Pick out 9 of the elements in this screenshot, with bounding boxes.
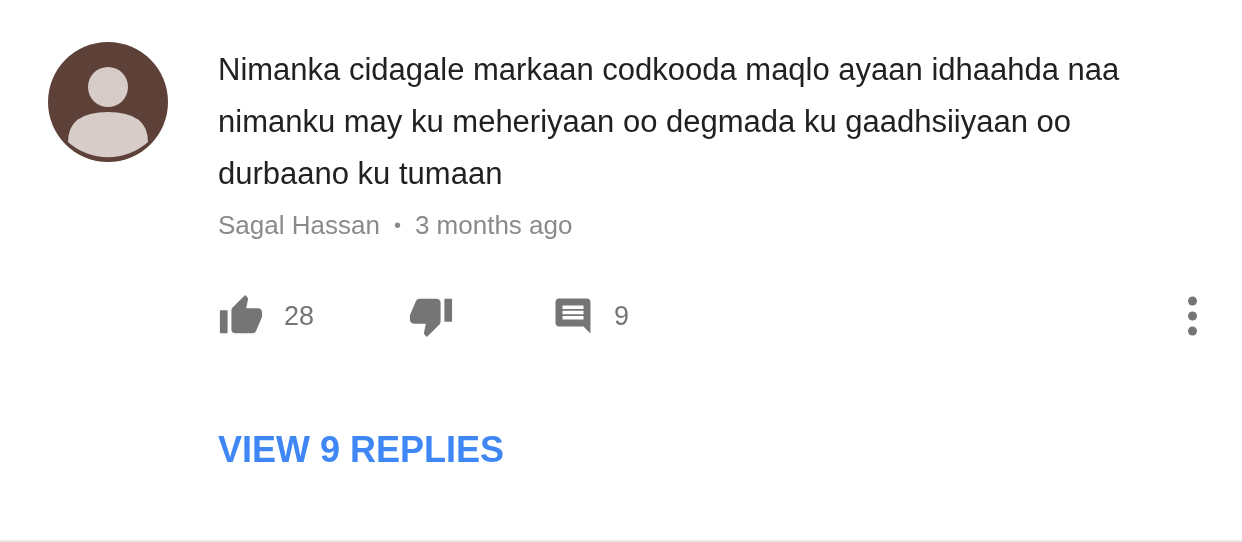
avatar-icon [48,42,168,162]
like-count: 28 [284,300,315,332]
view-replies-link[interactable]: VIEW 9 REPLIES [218,429,505,471]
comment-time: 3 months ago [414,210,573,241]
more-options-icon[interactable] [1187,296,1198,336]
separator-dot: • [393,214,401,237]
comment-text: Nimanka cidagale markaan codkooda maqlo ayaan idhaahda naa nimanku may ku meheriyaan oo degmada ku gaadhsiiyaan oo durbaano ku tumaan [218,51,1121,193]
reply-count: 9 [614,300,630,332]
author-name: Sagal Hassan [218,210,380,241]
